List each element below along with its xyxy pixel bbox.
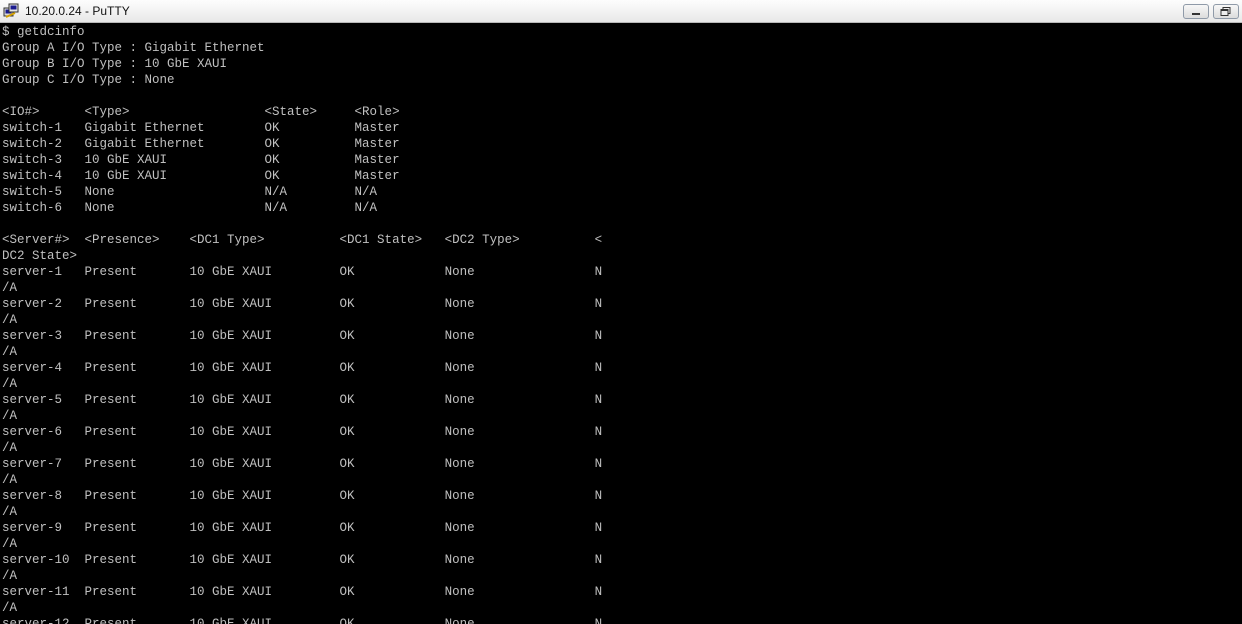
terminal-line: /A — [2, 345, 18, 359]
putty-window: 10.20.0.24 - PuTTY $ getdcinfo Group A I… — [0, 0, 1242, 624]
maximize-button[interactable] — [1213, 4, 1239, 19]
terminal-line: Group C I/O Type : None — [2, 73, 175, 87]
terminal-line: switch-5 None N/A N/A — [2, 185, 378, 199]
terminal-line: /A — [2, 409, 18, 423]
terminal-line: server-5 Present 10 GbE XAUI OK None N — [2, 393, 603, 407]
terminal-line: server-10 Present 10 GbE XAUI OK None N — [2, 553, 603, 567]
terminal-line: Group B I/O Type : 10 GbE XAUI — [2, 57, 228, 71]
terminal-line: /A — [2, 441, 18, 455]
terminal-line: server-2 Present 10 GbE XAUI OK None N — [2, 297, 603, 311]
terminal-line: server-12 Present 10 GbE XAUI OK None N — [2, 617, 603, 624]
minimize-icon — [1192, 13, 1200, 15]
putty-icon[interactable] — [3, 3, 19, 19]
terminal-line: switch-1 Gigabit Ethernet OK Master — [2, 121, 400, 135]
terminal-line: <IO#> <Type> <State> <Role> — [2, 105, 400, 119]
terminal-line: switch-3 10 GbE XAUI OK Master — [2, 153, 400, 167]
terminal-line: switch-2 Gigabit Ethernet OK Master — [2, 137, 400, 151]
terminal-line: Group A I/O Type : Gigabit Ethernet — [2, 41, 265, 55]
terminal-line: /A — [2, 473, 18, 487]
maximize-icon — [1220, 7, 1231, 16]
terminal-line: /A — [2, 569, 18, 583]
terminal-output[interactable]: $ getdcinfo Group A I/O Type : Gigabit E… — [0, 23, 1242, 624]
terminal-line: switch-4 10 GbE XAUI OK Master — [2, 169, 400, 183]
terminal-line: <Server#> <Presence> <DC1 Type> <DC1 Sta… — [2, 233, 603, 247]
terminal-line: $ getdcinfo — [2, 25, 85, 39]
terminal-line: server-7 Present 10 GbE XAUI OK None N — [2, 457, 603, 471]
terminal-line: switch-6 None N/A N/A — [2, 201, 378, 215]
terminal-line: /A — [2, 537, 18, 551]
window-title: 10.20.0.24 - PuTTY — [25, 4, 130, 18]
terminal-line: server-6 Present 10 GbE XAUI OK None N — [2, 425, 603, 439]
terminal-line: /A — [2, 377, 18, 391]
terminal-line: server-4 Present 10 GbE XAUI OK None N — [2, 361, 603, 375]
terminal-line: server-11 Present 10 GbE XAUI OK None N — [2, 585, 603, 599]
terminal-line: server-9 Present 10 GbE XAUI OK None N — [2, 521, 603, 535]
title-bar[interactable]: 10.20.0.24 - PuTTY — [0, 0, 1242, 23]
terminal-line: server-8 Present 10 GbE XAUI OK None N — [2, 489, 603, 503]
terminal-line: server-1 Present 10 GbE XAUI OK None N — [2, 265, 603, 279]
terminal-line: /A — [2, 313, 18, 327]
terminal-line: /A — [2, 505, 18, 519]
terminal-line: /A — [2, 281, 18, 295]
terminal-line: /A — [2, 601, 18, 615]
minimize-button[interactable] — [1183, 4, 1209, 19]
terminal-line: DC2 State> — [2, 249, 78, 263]
terminal-line: server-3 Present 10 GbE XAUI OK None N — [2, 329, 603, 343]
